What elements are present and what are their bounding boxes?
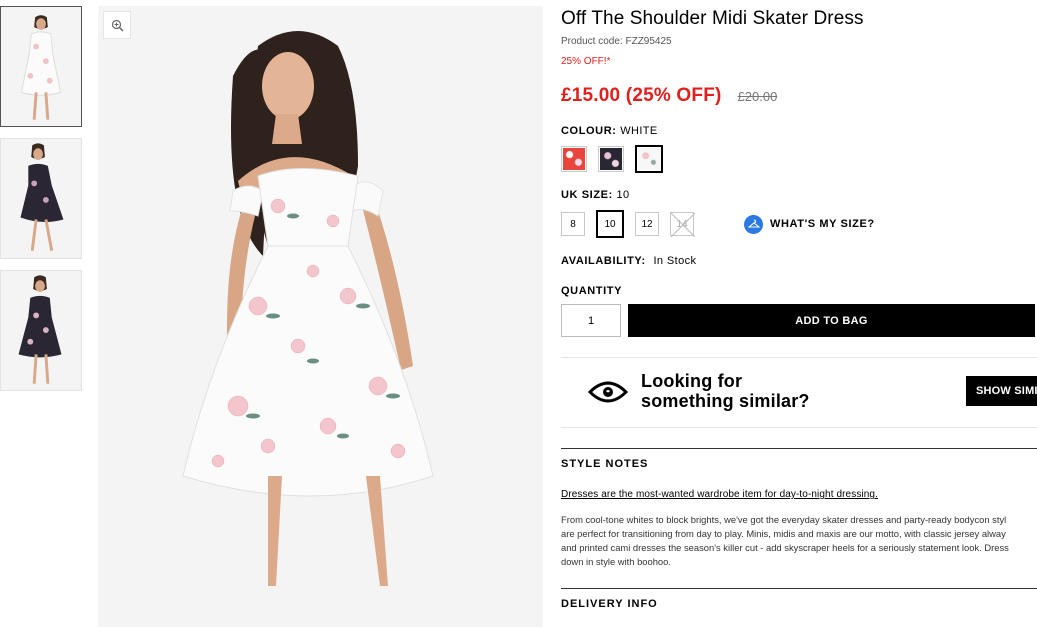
discount-note: 25% OFF!* — [561, 56, 611, 67]
colour-label-key: COLOUR: — [561, 125, 617, 137]
size-options: 8 10 12 14 WHAT'S MY SIZE? — [561, 210, 1037, 238]
style-notes-line: are perfect for transitioning from day t… — [561, 528, 1006, 539]
thumbnail-black-front[interactable] — [0, 270, 82, 391]
thumbnail-gallery — [0, 6, 82, 402]
delivery-info-heading[interactable]: DELIVERY INFO — [561, 588, 1037, 610]
quantity-label: QUANTITY — [561, 285, 1037, 297]
similar-banner: Looking for something similar? SHOW SIMI — [561, 357, 1037, 428]
current-price: £15.00 (25% OFF) — [561, 85, 722, 106]
thumbnail-black-front-image — [1, 271, 81, 390]
quantity-label-text: QUANTITY — [561, 285, 623, 297]
style-notes-body: From cool-tone whites to block brights, … — [561, 513, 1037, 569]
size-guide-label: WHAT'S MY SIZE? — [770, 218, 875, 230]
product-code: Product code: FZZ95425 — [561, 36, 672, 47]
product-photo — [98, 6, 543, 627]
thumbnail-black-side-image — [1, 139, 81, 258]
magnifier-plus-icon — [111, 19, 123, 31]
product-title: Off The Shoulder Midi Skater Dress — [561, 8, 864, 29]
quantity-row: ADD TO BAG — [561, 304, 1037, 337]
similar-heading-line2: something similar? — [641, 391, 810, 411]
size-value: 10 — [616, 189, 630, 201]
eye-icon — [588, 381, 628, 403]
thumbnail-front-image — [1, 7, 81, 126]
style-notes-line: and printed cami dresses the season's ki… — [561, 542, 1009, 553]
thumbnail-front[interactable] — [0, 6, 82, 127]
swatch-red-floral-fill — [563, 148, 585, 170]
size-label: UK SIZE: 10 — [561, 189, 1037, 201]
swatch-red-floral[interactable] — [561, 146, 587, 172]
price-row: £15.00 (25% OFF) £20.00 — [561, 85, 1037, 107]
colour-label: COLOUR: WHITE — [561, 125, 1037, 137]
style-notes-heading[interactable]: STYLE NOTES — [561, 448, 1037, 470]
similar-heading: Looking for something similar? — [641, 371, 810, 411]
show-similar-button[interactable]: SHOW SIMI — [966, 376, 1037, 406]
availability-label: AVAILABILITY: — [561, 255, 646, 267]
zoom-button[interactable] — [103, 11, 131, 39]
quantity-input[interactable] — [561, 304, 621, 337]
main-product-image[interactable] — [98, 6, 543, 627]
colour-swatches — [561, 145, 1037, 173]
add-to-bag-button[interactable]: ADD TO BAG — [628, 304, 1035, 337]
hanger-icon — [744, 214, 763, 234]
swatch-black-floral[interactable] — [598, 146, 624, 172]
swatch-white-floral-fill — [638, 148, 660, 170]
thumbnail-black-side[interactable] — [0, 138, 82, 259]
size-option-8[interactable]: 8 — [561, 212, 585, 236]
original-price: £20.00 — [737, 89, 778, 104]
size-guide-link[interactable]: WHAT'S MY SIZE? — [744, 214, 875, 234]
swatch-black-floral-fill — [600, 148, 622, 170]
size-label-key: UK SIZE: — [561, 189, 613, 201]
availability: AVAILABILITY: In Stock — [561, 255, 1037, 267]
swatch-white-floral[interactable] — [635, 145, 663, 173]
size-option-12[interactable]: 12 — [635, 212, 659, 236]
product-details: Off The Shoulder Midi Skater Dress Produ… — [561, 0, 1037, 610]
size-option-14-out-of-stock[interactable]: 14 — [670, 212, 695, 237]
style-notes-line: down in style with boohoo. — [561, 556, 671, 567]
style-notes-line: From cool-tone whites to block brights, … — [561, 514, 1007, 525]
size-option-10[interactable]: 10 — [596, 210, 624, 238]
style-notes-lead: Dresses are the most-wanted wardrobe ite… — [561, 489, 878, 500]
availability-value: In Stock — [653, 255, 697, 267]
colour-value: WHITE — [620, 125, 658, 137]
cross-out-icon — [671, 213, 695, 237]
similar-heading-line1: Looking for — [641, 371, 743, 391]
